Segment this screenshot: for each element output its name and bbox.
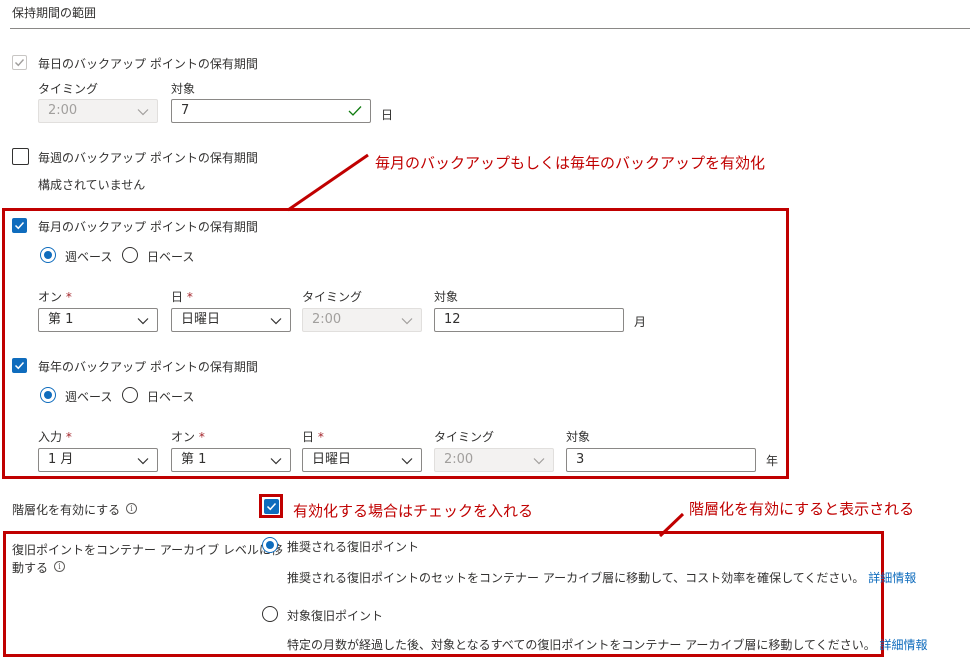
info-icon[interactable]: i <box>126 503 137 514</box>
monthly-label: 毎月のバックアップ ポイントの保有期間 <box>38 220 258 234</box>
annotation-check-tiering: 有効化する場合はチェックを入れる <box>293 502 534 520</box>
annotation-monthly-yearly: 毎月のバックアップもしくは毎年のバックアップを有効化 <box>375 154 766 172</box>
info-icon[interactable]: i <box>54 561 65 572</box>
monthly-timing-select: 2:00 <box>302 308 422 332</box>
tiering-label: 階層化を有効にする <box>12 503 121 517</box>
annotation-arrow-line <box>287 153 369 212</box>
yearly-on-value: 第 1 <box>181 452 207 467</box>
archive-option1-desc: 推奨される復旧ポイントのセットをコンテナー アーカイブ層に移動して、コスト効率を… <box>287 571 917 585</box>
yearly-on-label: オン * <box>171 430 205 444</box>
yearly-target-value: 3 <box>576 452 585 467</box>
chevron-down-icon <box>137 109 149 116</box>
yearly-checkbox[interactable] <box>12 358 27 373</box>
yearly-target-input[interactable]: 3 <box>566 448 756 472</box>
chevron-down-icon <box>401 318 413 325</box>
monthly-target-input[interactable]: 12 <box>434 308 624 332</box>
yearly-timing-select: 2:00 <box>434 448 554 472</box>
daily-label: 毎日のバックアップ ポイントの保有期間 <box>38 57 258 71</box>
yearly-on-select[interactable]: 第 1 <box>171 448 291 472</box>
daily-target-value: 7 <box>181 103 190 118</box>
monthly-timing-value: 2:00 <box>312 312 342 327</box>
weekly-label: 毎週のバックアップ ポイントの保有期間 <box>38 151 258 165</box>
chevron-down-icon <box>137 458 149 465</box>
check-icon <box>266 502 277 511</box>
yearly-radio-day-label: 日ベース <box>147 390 195 404</box>
daily-unit: 日 <box>381 108 394 122</box>
chevron-down-icon <box>533 458 545 465</box>
monthly-on-value: 第 1 <box>48 312 74 327</box>
monthly-timing-label: タイミング <box>302 290 363 304</box>
learn-more-link[interactable]: 詳細情報 <box>880 638 928 652</box>
monthly-day-label: 日 * <box>171 290 193 304</box>
yearly-input-label: 入力 * <box>38 430 72 444</box>
yearly-radio-day[interactable] <box>122 387 138 403</box>
check-icon <box>14 361 25 370</box>
monthly-radio-week-label: 週ベース <box>65 250 113 264</box>
yearly-month-value: 1 月 <box>48 452 74 467</box>
archive-option2-label: 対象復旧ポイント <box>287 609 384 623</box>
annotation-box-monthly-yearly <box>2 208 789 479</box>
yearly-label: 毎年のバックアップ ポイントの保有期間 <box>38 360 258 374</box>
yearly-radio-week[interactable] <box>40 387 56 403</box>
monthly-on-select[interactable]: 第 1 <box>38 308 158 332</box>
chevron-down-icon <box>137 318 149 325</box>
move-label-line1: 復旧ポイントをコンテナー アーカイブ レベルに移 <box>12 543 283 557</box>
weekly-status: 構成されていません <box>38 178 146 192</box>
monthly-checkbox[interactable] <box>12 218 27 233</box>
move-label-line2: 動する <box>12 561 49 575</box>
annotation-tiering-shown: 階層化を有効にすると表示される <box>689 500 915 518</box>
section-divider <box>10 28 970 29</box>
yearly-timing-label: タイミング <box>434 430 495 444</box>
check-icon <box>14 221 25 230</box>
daily-timing-select: 2:00 <box>38 99 158 123</box>
chevron-down-icon <box>401 458 413 465</box>
daily-target-input[interactable]: 7 <box>171 99 371 123</box>
daily-timing-label: タイミング <box>38 82 99 96</box>
daily-target-label: 対象 <box>171 82 196 96</box>
monthly-on-label: オン * <box>38 290 72 304</box>
monthly-radio-day-label: 日ベース <box>147 250 195 264</box>
section-title: 保持期間の範囲 <box>12 6 97 20</box>
archive-option2-desc: 特定の月数が経過した後、対象となるすべての復旧ポイントをコンテナー アーカイブ層… <box>287 638 928 652</box>
chevron-down-icon <box>270 458 282 465</box>
yearly-month-select[interactable]: 1 月 <box>38 448 158 472</box>
monthly-radio-day[interactable] <box>122 247 138 263</box>
monthly-day-select[interactable]: 日曜日 <box>171 308 291 332</box>
monthly-day-value: 日曜日 <box>181 312 221 327</box>
learn-more-link[interactable]: 詳細情報 <box>868 571 916 585</box>
archive-option1-label: 推奨される復旧ポイント <box>287 540 420 554</box>
yearly-radio-week-label: 週ベース <box>65 390 113 404</box>
yearly-day-value: 日曜日 <box>312 452 352 467</box>
archive-radio-recommended[interactable] <box>262 537 278 553</box>
check-icon <box>15 59 25 67</box>
yearly-target-label: 対象 <box>566 430 591 444</box>
daily-timing-value: 2:00 <box>48 103 78 118</box>
yearly-unit: 年 <box>766 454 779 468</box>
monthly-target-label: 対象 <box>434 290 459 304</box>
weekly-checkbox[interactable] <box>12 148 29 165</box>
yearly-timing-value: 2:00 <box>444 452 474 467</box>
monthly-radio-week[interactable] <box>40 247 56 263</box>
monthly-target-value: 12 <box>444 312 461 327</box>
daily-checkbox[interactable] <box>12 55 27 70</box>
chevron-down-icon <box>270 318 282 325</box>
yearly-day-label: 日 * <box>302 430 324 444</box>
yearly-day-select[interactable]: 日曜日 <box>302 448 422 472</box>
tiering-checkbox[interactable] <box>264 499 279 514</box>
monthly-unit: 月 <box>634 315 647 329</box>
valid-check-icon <box>348 106 362 116</box>
archive-radio-eligible[interactable] <box>262 606 278 622</box>
